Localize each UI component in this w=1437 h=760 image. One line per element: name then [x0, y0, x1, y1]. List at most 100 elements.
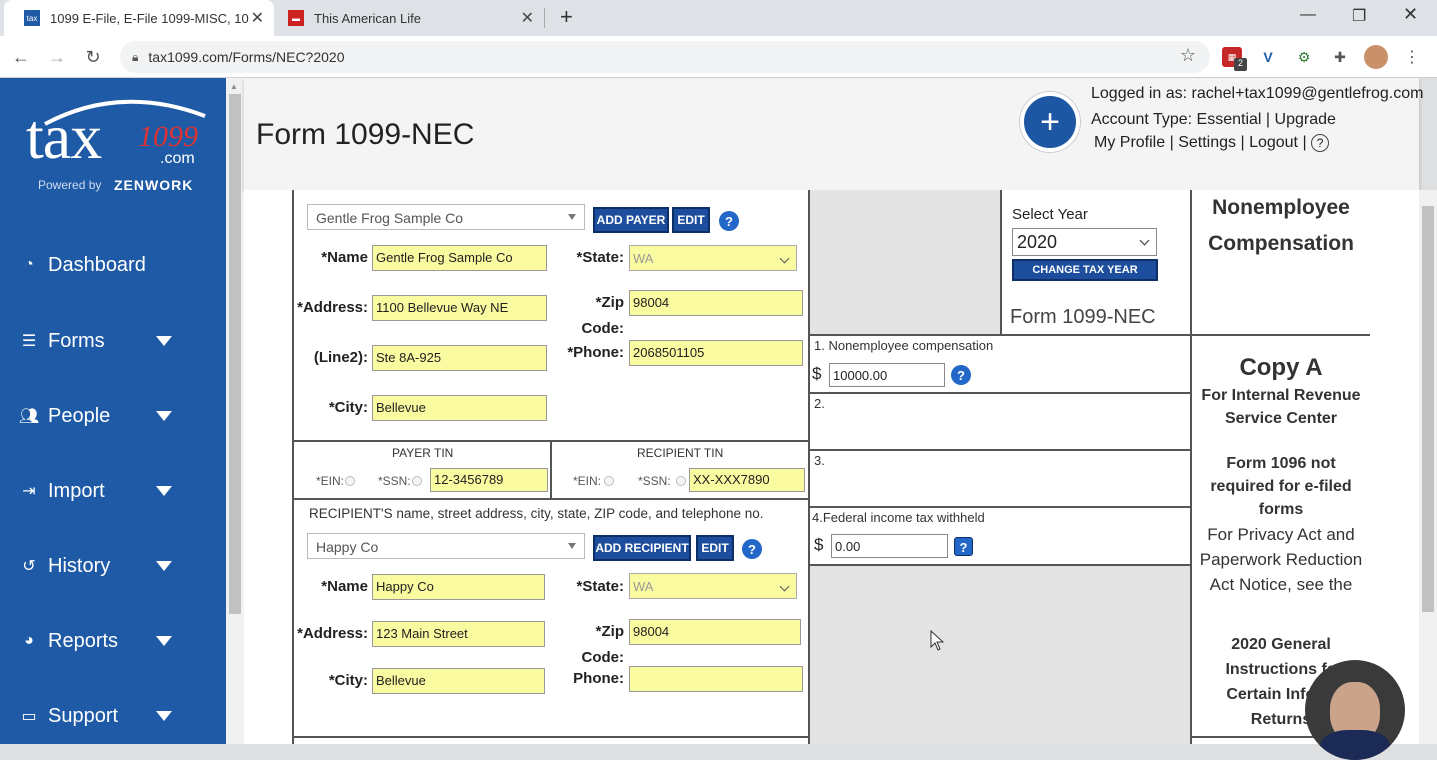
- sidebar-item-people[interactable]: 👥︎ People: [18, 401, 208, 431]
- settings-link[interactable]: Settings: [1178, 134, 1236, 151]
- profile-avatar[interactable]: [1364, 45, 1388, 69]
- page-scrollbar[interactable]: [1419, 190, 1437, 744]
- payer-tin-input[interactable]: 12-3456789: [430, 468, 548, 492]
- recipient-phone-input[interactable]: [629, 666, 803, 692]
- restore-window-icon[interactable]: ❐: [1352, 6, 1366, 26]
- chevron-down-icon: [156, 636, 172, 646]
- heading-line: Compensation: [1208, 232, 1354, 255]
- recipient-tin-input[interactable]: XX-XXX7890: [689, 468, 805, 492]
- tab-title: 1099 E-File, E-File 1099-MISC, 10: [50, 10, 249, 26]
- v-extension-icon[interactable]: V: [1258, 47, 1278, 67]
- box4-currency: $: [814, 535, 824, 554]
- close-tab-icon[interactable]: ✕: [251, 8, 264, 28]
- box1-help-icon[interactable]: ?: [951, 365, 971, 385]
- link-separator: |: [1169, 134, 1174, 151]
- text-line: Service Center: [1224, 410, 1338, 427]
- recipient-ssn-radio[interactable]: [676, 476, 686, 486]
- recipient-name-input[interactable]: Happy Co: [372, 574, 545, 600]
- my-profile-link[interactable]: My Profile: [1094, 134, 1165, 151]
- recipient-select-value: Happy Co: [316, 539, 379, 555]
- close-tab-icon[interactable]: ✕: [521, 8, 534, 28]
- reload-icon[interactable]: ↻: [80, 44, 106, 70]
- sidebar-item-reports[interactable]: ◕ Reports: [18, 626, 208, 656]
- logged-in-text: Logged in as: rachel+tax1099@gentlefrog.…: [1091, 85, 1424, 102]
- recipient-heading: RECIPIENT'S name, street address, city, …: [309, 506, 764, 521]
- text-line: forms: [1258, 501, 1304, 518]
- payer-help-icon[interactable]: ?: [719, 211, 739, 231]
- logo-powered-by: Powered by: [38, 178, 102, 192]
- address-bar[interactable]: 🔒︎ tax1099.com/Forms/NEC?2020 ☆: [120, 41, 1210, 73]
- recipient-zip-input[interactable]: 98004: [629, 619, 801, 645]
- close-window-icon[interactable]: ✕: [1403, 4, 1418, 25]
- recipient-phone-label: Phone:: [573, 670, 624, 687]
- payer-state-select[interactable]: WA: [629, 245, 797, 271]
- tab-this-american-life[interactable]: ▬ This American Life ✕: [272, 0, 544, 36]
- extensions-puzzle-icon[interactable]: ✚: [1330, 47, 1350, 67]
- year-select[interactable]: 2020: [1012, 228, 1157, 256]
- forward-arrow-icon[interactable]: →: [44, 44, 70, 70]
- payer-name-label: *Name: [321, 249, 368, 266]
- recipient-help-icon[interactable]: ?: [742, 539, 762, 559]
- nonemployee-compensation-input[interactable]: 10000.00: [829, 363, 945, 387]
- back-arrow-icon[interactable]: ←: [8, 44, 34, 70]
- logout-link[interactable]: Logout: [1249, 134, 1298, 151]
- page-header: Form 1099-NEC + Logged in as: rachel+tax…: [244, 78, 1423, 190]
- payer-ssn-radio[interactable]: [412, 476, 422, 486]
- help-circle-icon[interactable]: ?: [1311, 134, 1330, 152]
- dashboard-gauge-icon: ◔: [24, 256, 34, 273]
- scroll-up-arrow-icon[interactable]: ▲: [230, 82, 238, 91]
- payer-state-label: *State:: [576, 249, 624, 266]
- support-chat-icon: ▭: [21, 708, 37, 725]
- chevron-down-icon: [156, 561, 172, 571]
- minimize-icon[interactable]: —: [1300, 6, 1316, 24]
- edit-payer-button[interactable]: EDIT: [672, 207, 710, 233]
- sidebar-item-support[interactable]: ▭ Support: [18, 701, 208, 731]
- sidebar-item-label: Support: [48, 704, 119, 727]
- add-new-plus-button[interactable]: +: [1020, 92, 1080, 152]
- payer-name-input[interactable]: Gentle Frog Sample Co: [372, 245, 547, 271]
- new-tab-plus-icon[interactable]: +: [560, 4, 573, 30]
- bookmark-star-icon[interactable]: ☆: [1180, 45, 1196, 66]
- payer-ein-label: *EIN:: [316, 474, 345, 488]
- payer-select[interactable]: Gentle Frog Sample Co: [307, 204, 585, 230]
- recipient-address-input[interactable]: 123 Main Street: [372, 621, 545, 647]
- payer-city-input[interactable]: Bellevue: [372, 395, 547, 421]
- year-select-value: 2020: [1017, 232, 1058, 252]
- tab-divider: [544, 8, 545, 28]
- payer-zip-input[interactable]: 98004: [629, 290, 803, 316]
- edit-recipient-button[interactable]: EDIT: [696, 535, 734, 561]
- recipient-ein-radio[interactable]: [604, 476, 614, 486]
- scrollbar-thumb[interactable]: [1422, 206, 1434, 612]
- box1-label: 1. Nonemployee compensation: [814, 338, 994, 353]
- payer-ein-radio[interactable]: [345, 476, 355, 486]
- payer-phone-input[interactable]: 2068501105: [629, 340, 803, 366]
- recipient-state-select[interactable]: WA: [629, 573, 797, 599]
- sidebar-item-forms[interactable]: ☰ Forms: [18, 326, 208, 356]
- tab-tax1099[interactable]: tax 1099 E-File, E-File 1099-MISC, 10 ✕: [4, 0, 274, 36]
- logo-tax-text: tax: [26, 101, 102, 172]
- puzzle-cluster-extension-icon[interactable]: ⚙: [1294, 47, 1314, 67]
- payer-address-input[interactable]: 1100 Bellevue Way NE: [372, 295, 547, 321]
- browser-menu-kebab-icon[interactable]: ⋮: [1402, 47, 1422, 67]
- heading-line: Nonemployee: [1212, 196, 1350, 219]
- federal-tax-withheld-input[interactable]: 0.00: [831, 534, 948, 558]
- recipient-select[interactable]: Happy Co: [307, 533, 585, 559]
- box4-label: 4.Federal income tax withheld: [812, 510, 985, 525]
- sidebar-item-history[interactable]: ↺ History: [18, 551, 208, 581]
- change-tax-year-button[interactable]: CHANGE TAX YEAR: [1012, 259, 1158, 281]
- sidebar-item-dashboard[interactable]: ◔ Dashboard: [18, 250, 208, 280]
- recipient-city-input[interactable]: Bellevue: [372, 668, 545, 694]
- scrollbar-thumb[interactable]: [229, 94, 241, 614]
- add-payer-button[interactable]: ADD PAYER: [593, 207, 669, 233]
- account-type-text: Account Type: Essential | Upgrade: [1091, 111, 1336, 128]
- logo-1099-text: 1099: [138, 120, 198, 153]
- box4-help-icon[interactable]: ?: [954, 537, 973, 556]
- page-title: Form 1099-NEC: [256, 118, 475, 151]
- sidebar-item-import[interactable]: ⇥ Import: [18, 476, 208, 506]
- forms-list-icon: ☰: [21, 333, 37, 350]
- payer-line2-input[interactable]: Ste 8A-925: [372, 345, 547, 371]
- link-separator: |: [1302, 134, 1307, 151]
- payer-line2-label: (Line2):: [313, 349, 368, 366]
- sidebar-scrollbar[interactable]: ▲: [226, 78, 244, 744]
- add-recipient-button[interactable]: ADD RECIPIENT: [593, 535, 691, 561]
